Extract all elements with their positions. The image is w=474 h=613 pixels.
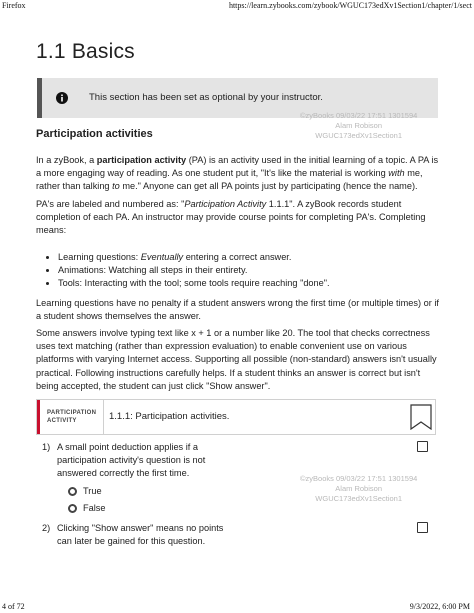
watermark-line: WGUC173edXv1Section1 — [315, 494, 402, 503]
emphasis: with — [388, 168, 405, 179]
emphasis: Eventually — [140, 252, 184, 262]
watermark-line: ©zyBooks 09/03/22 17:51 1301594 — [300, 474, 418, 483]
label-line: ACTIVITY — [47, 418, 77, 424]
radio-button[interactable] — [68, 487, 77, 496]
watermark-line: WGUC173edXv1Section1 — [315, 131, 402, 140]
watermark-line: ©zyBooks 09/03/22 17:51 1301594 — [300, 111, 418, 120]
question-2: 2) Clicking "Show answer" means no point… — [36, 522, 436, 572]
emphasis: Participation Activity — [184, 199, 267, 209]
watermark-line: Alam Robison — [335, 121, 382, 130]
watermark: ©zyBooks 09/03/22 17:51 1301594 Alam Rob… — [300, 474, 417, 504]
list-item: Learning questions: Eventually entering … — [58, 251, 458, 264]
option-label: False — [83, 503, 106, 513]
browser-name: Firefox — [2, 1, 26, 10]
question-text: A small point deduction applies if a par… — [57, 442, 206, 478]
text: In a zyBook, a — [36, 155, 97, 165]
paragraph-intro: In a zyBook, a participation activity (P… — [36, 154, 442, 194]
paragraph-labeling: PA's are labeled and numbered as: "Parti… — [36, 198, 442, 238]
question-text: Clicking "Show answer" means no points c… — [57, 523, 224, 546]
page-title: 1.1 Basics — [36, 40, 135, 63]
text: Learning questions: — [58, 252, 141, 262]
activity-title: 1.1.1: Participation activities. — [109, 411, 230, 422]
label-line: PARTICIPATION — [47, 410, 97, 416]
page-url: https://learn.zybooks.com/zybook/WGUC173… — [228, 1, 472, 10]
text: Animations: Watching all steps in their … — [58, 265, 248, 276]
divider — [103, 400, 104, 434]
print-header: Firefox https://learn.zybooks.com/zybook… — [0, 0, 474, 12]
question-complete-checkbox — [417, 441, 428, 452]
list-item: Tools: Interacting with the tool; some t… — [58, 277, 458, 290]
question-complete-checkbox — [417, 522, 428, 533]
term-participation-activity: participation activity — [96, 155, 187, 165]
print-datetime: 9/3/2022, 6:00 PM — [409, 602, 470, 611]
paragraph-no-penalty: Learning questions have no penalty if a … — [36, 298, 439, 322]
print-footer: 4 of 72 9/3/2022, 6:00 PM — [0, 601, 474, 613]
participation-activity-header: PARTICIPATION ACTIVITY 1.1.1: Participat… — [36, 399, 436, 435]
paragraph-answers: Some answers involve typing text like x … — [36, 328, 437, 391]
text: Tools: Interacting with the tool; some t… — [58, 278, 330, 289]
activity-type-label: PARTICIPATION ACTIVITY — [37, 400, 101, 434]
text: PA's are labeled and numbered as: " — [36, 199, 185, 209]
option-label: True — [83, 486, 102, 496]
text: entering a correct answer. — [183, 252, 292, 262]
watermark-line: Alam Robison — [335, 484, 382, 493]
question-number: 2) — [42, 523, 51, 533]
completion-criteria-list: Learning questions: Eventually entering … — [36, 251, 458, 291]
section-heading: Participation activities — [36, 128, 153, 140]
list-item: Animations: Watching all steps in their … — [58, 264, 458, 277]
radio-button[interactable] — [68, 504, 77, 513]
page-count: 4 of 72 — [2, 602, 25, 611]
notice-text: This section has been set as optional by… — [89, 92, 323, 103]
question-number: 1) — [42, 442, 51, 452]
watermark: ©zyBooks 09/03/22 17:51 1301594 Alam Rob… — [300, 111, 417, 141]
completion-chevron-icon — [410, 404, 432, 430]
emphasis: to — [112, 181, 120, 192]
info-icon — [56, 92, 68, 104]
text: me." Anyone can get all PA points just b… — [119, 181, 418, 192]
